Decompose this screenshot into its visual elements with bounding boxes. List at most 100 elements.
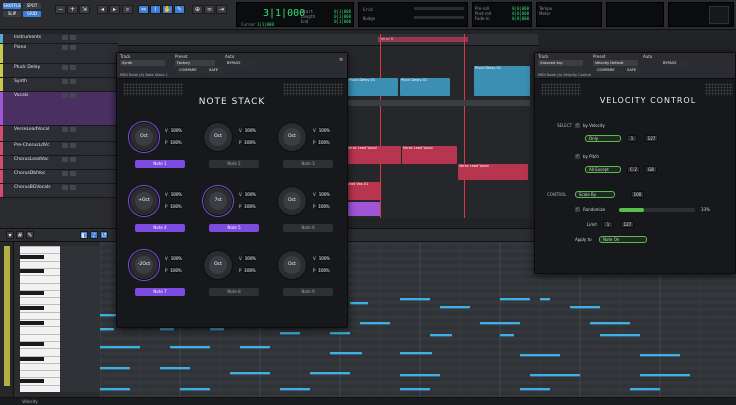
track-solo-button[interactable]	[70, 65, 76, 70]
limit-high-field[interactable]: 127	[621, 221, 634, 228]
interval-knob[interactable]: Oct	[277, 122, 307, 152]
track-name[interactable]: Pre-ChorusLdVc	[14, 143, 50, 148]
tempo-meter[interactable]: Tempo Meter	[536, 2, 602, 27]
track-name[interactable]: Synth	[14, 79, 27, 84]
track-mute-button[interactable]	[62, 157, 68, 162]
track-row[interactable]: Pre-ChorusLdVc	[0, 142, 118, 156]
probability-field[interactable]: 100%	[169, 139, 182, 145]
main-counter[interactable]: 3|1|000 Start 0|1|000 Length 0|1|000 End 0|…	[236, 2, 354, 27]
timeline-ruler[interactable]: Verse B	[118, 34, 538, 46]
selector-tool-icon[interactable]: I	[150, 5, 161, 14]
track-mute-button[interactable]	[62, 93, 68, 98]
clip-lead-voc[interactable]: Lead Voc-01	[346, 182, 380, 200]
midi-note[interactable]	[590, 322, 630, 325]
clip-pluck-delay-3[interactable]: Pluck Delay-01	[474, 66, 530, 96]
track-solo-button[interactable]	[70, 35, 76, 40]
track-solo-button[interactable]	[70, 127, 76, 132]
midi-note[interactable]	[170, 346, 210, 349]
velocity-bypass-button[interactable]: BYPASS	[661, 60, 689, 66]
fast-forward-icon[interactable]: ▸	[109, 5, 120, 14]
note-toggle-button[interactable]: Note 9	[283, 288, 333, 296]
midi-note[interactable]	[230, 372, 270, 375]
grabber-tool-icon[interactable]: ✋	[162, 5, 173, 14]
velocity-field[interactable]: 100%	[243, 255, 256, 261]
clip-synth-region[interactable]	[346, 100, 530, 106]
midi-notes-icon[interactable]: ♪	[90, 231, 98, 239]
note-stack-track-select[interactable]: Synth	[120, 60, 165, 66]
clip-verse-vocal-2[interactable]: Verse Lead Vocal	[402, 146, 457, 164]
sync-panel[interactable]	[606, 2, 664, 27]
midi-note[interactable]	[600, 334, 640, 337]
track-row[interactable]: ChorusLeadVoc	[0, 156, 118, 170]
velocity-field[interactable]: 100%	[317, 127, 330, 133]
piano-black-key[interactable]	[20, 254, 44, 259]
note-toggle-button[interactable]: Note 1	[135, 160, 185, 168]
midi-note[interactable]	[100, 367, 130, 370]
window-menu-icon[interactable]: ≡	[339, 57, 343, 63]
rewind-icon[interactable]: ◂	[97, 5, 108, 14]
velocity-field[interactable]: 100%	[169, 127, 182, 133]
track-solo-button[interactable]	[70, 143, 76, 148]
note-toggle-button[interactable]: Note 8	[209, 288, 259, 296]
interval-knob[interactable]: Oct	[277, 186, 307, 216]
mode-shuffle-button[interactable]: SHUFFLE	[3, 3, 21, 9]
note-toggle-button[interactable]: Note 4	[135, 224, 185, 232]
note-toggle-button[interactable]: Note 3	[283, 160, 333, 168]
trim-tool-icon[interactable]: ⇔	[138, 5, 149, 14]
scale-by-dropdown[interactable]: Scale By	[575, 191, 615, 198]
midi-pencil-icon[interactable]: ✎	[26, 231, 34, 239]
track-name[interactable]: Vocals	[14, 93, 28, 98]
probability-field[interactable]: 100%	[169, 267, 182, 273]
piano-black-key[interactable]	[20, 269, 44, 274]
midi-mirror-icon[interactable]: ◧	[80, 231, 88, 239]
velocity-track-select[interactable]: Grooved Arp	[538, 60, 583, 66]
pitch-high-field[interactable]: G8	[645, 166, 657, 173]
track-row[interactable]: VerseLeadVocal	[0, 126, 118, 142]
note-toggle-button[interactable]: Note 7	[135, 288, 185, 296]
probability-field[interactable]: 100%	[243, 203, 256, 209]
playhead[interactable]	[380, 34, 381, 218]
clip-pluck-delay-2[interactable]: Pluck Delay-01	[400, 78, 450, 96]
midi-note[interactable]	[330, 352, 362, 355]
midi-note[interactable]	[630, 388, 660, 391]
velocity-safe-button[interactable]: SAFE	[625, 67, 641, 73]
interval-knob[interactable]: +Oct	[129, 186, 159, 216]
apply-to-dropdown[interactable]: Note On	[599, 236, 647, 243]
track-solo-button[interactable]	[70, 93, 76, 98]
track-mute-button[interactable]	[62, 79, 68, 84]
interval-knob[interactable]: Oct	[203, 122, 233, 152]
probability-field[interactable]: 100%	[317, 203, 330, 209]
piano-black-key[interactable]	[20, 320, 44, 325]
probability-field[interactable]: 100%	[243, 139, 256, 145]
velocity-mode-dropdown[interactable]: Only	[585, 135, 621, 142]
grid-nudge-panel[interactable]: Grid Nudge	[358, 2, 468, 27]
pencil-tool-icon[interactable]: ✎	[174, 5, 185, 14]
interval-knob[interactable]: Oct	[277, 250, 307, 280]
midi-note[interactable]	[640, 374, 690, 377]
interval-knob[interactable]: Oct	[129, 122, 159, 152]
track-mute-button[interactable]	[62, 65, 68, 70]
midi-note[interactable]	[440, 306, 470, 309]
smart-tool-icon[interactable]: ⊕	[192, 5, 203, 14]
mode-grid-button[interactable]: GRID	[23, 11, 41, 17]
velocity-field[interactable]: 100%	[243, 191, 256, 197]
track-row[interactable]: Synth	[0, 78, 118, 92]
velocity-preset-select[interactable]: Velocity Default	[593, 60, 638, 66]
probability-field[interactable]: 100%	[169, 203, 182, 209]
velocity-field[interactable]: 100%	[169, 191, 182, 197]
search-icon[interactable]: ⌕	[122, 5, 133, 14]
probability-field[interactable]: 100%	[243, 267, 256, 273]
track-row[interactable]: Pluck Delay	[0, 64, 118, 78]
track-row[interactable]: ChorusBGVocals	[0, 184, 118, 198]
probability-field[interactable]: 100%	[317, 139, 330, 145]
midi-note[interactable]	[520, 388, 550, 391]
track-mute-button[interactable]	[62, 45, 68, 50]
interval-knob[interactable]: Oct	[203, 250, 233, 280]
midi-note[interactable]	[240, 346, 270, 349]
track-mute-button[interactable]	[62, 143, 68, 148]
midi-note[interactable]	[360, 322, 390, 325]
marker-verse-b[interactable]: Verse B	[378, 37, 468, 42]
by-pitch-checkbox[interactable]: ✓	[575, 154, 580, 159]
midi-note[interactable]	[400, 352, 432, 355]
velocity-field[interactable]: 100%	[317, 191, 330, 197]
